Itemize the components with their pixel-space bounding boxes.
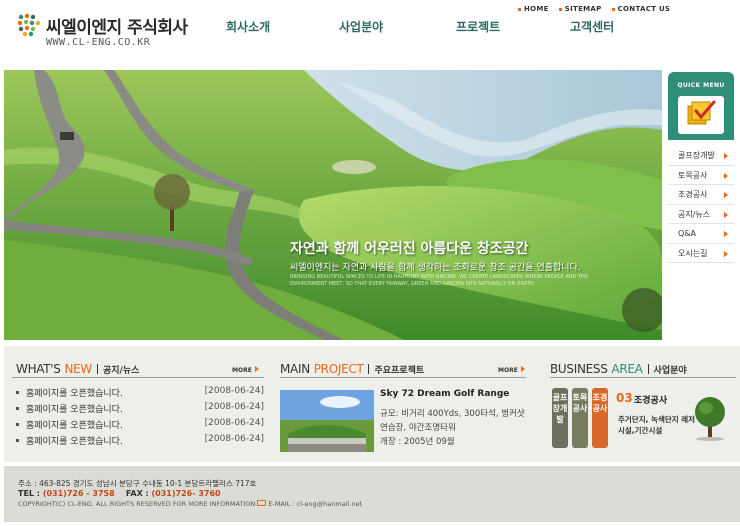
tree-icon [695,397,725,441]
main-nav: 회사소개 사업분야 프로젝트 고객센터 [0,0,740,40]
quick-menu-header: QUICK MENU [668,72,734,140]
hero-english-copy: BRINGING BEAUTIFUL SPACES TO LIFE IN HAR… [290,274,588,287]
hero-subtitle: 씨엘이엔지는 자연과 사람을 함께 생각하는 조화로운 창조 공간을 연출합니다… [290,263,581,273]
arrow-right-icon [724,250,728,257]
arrow-right-icon [724,211,728,218]
nav-support[interactable]: 고객센터 [570,18,614,35]
bullet-icon [16,391,19,394]
hero-title: 자연과 함께 어우러진 아름다운 창조공간 [290,241,529,257]
news-item[interactable]: 홈페이지를 오픈했습니다. [2008-06-24] [16,386,264,400]
project-name[interactable]: Sky 72 Dream Golf Range [380,389,509,399]
footer-contact: TEL : (031)726 - 3758 FAX : (031)726- 37… [18,489,221,498]
quick-item-civil[interactable]: 토목공사 [668,166,734,185]
business-number: 03 [616,391,633,405]
news-title: WHAT'S NEW 공지/뉴스 [16,362,140,376]
divider [12,377,264,378]
site-header: 씨엘이엔지 주식회사 WWW.CL-ENG.CO.KR HOME SITEMAP… [0,0,740,68]
quick-item-news[interactable]: 공지/뉴스 [668,205,734,224]
quick-item-directions[interactable]: 오시는길 [668,244,734,263]
business-tab-golf[interactable]: 골프장개발 [552,388,568,448]
content-band: WHAT'S NEW 공지/뉴스 MORE 홈페이지를 오픈했습니다. [2008… [4,346,740,462]
bullet-icon [16,423,19,426]
arrow-right-icon [724,172,728,179]
business-description: 주거단지, 녹색단지 레저시설,기간시설 [618,415,696,435]
project-title: MAIN PROJECT 주요프로젝트 [280,362,425,376]
project-description: 규모: 비거리 400Yds, 300타석, 벙커샷 연습장, 야간조명타워 개… [380,409,525,447]
divider [550,377,736,378]
quick-menu: QUICK MENU 골프장개발 토목공사 조경공사 공지/뉴스 Q&A 오시는… [668,72,734,272]
arrow-right-icon [724,153,728,159]
divider [280,377,526,378]
quick-item-golf[interactable]: 골프장개발 [668,146,734,166]
business-title: BUSINESS AREA 사업분야 [550,362,687,376]
project-more-link[interactable]: MORE [498,366,525,374]
news-more-link[interactable]: MORE [232,366,259,374]
arrow-right-icon [724,192,728,198]
footer-copyright: COPYRIGHT(C) CL-ENG. ALL RIGHTS RESERVED… [18,500,363,508]
quick-menu-list: 골프장개발 토목공사 조경공사 공지/뉴스 Q&A 오시는길 [668,146,734,263]
nav-company[interactable]: 회사소개 [226,18,270,35]
business-name: 조경공사 [634,396,668,406]
quick-item-landscape[interactable]: 조경공사 [668,185,734,205]
bullet-icon [16,407,19,410]
project-thumbnail[interactable] [280,390,374,452]
check-box-icon [678,96,724,134]
business-tab-landscape[interactable]: 조경공사 [592,388,608,448]
quick-menu-title: QUICK MENU [677,82,725,89]
quick-item-qna[interactable]: Q&A [668,224,734,244]
site-footer: 주소 : 463-825 경기도 성남시 분당구 수내동 10-1 분당트라팰리… [4,466,740,522]
golf-course-illustration [4,70,662,340]
footer-address: 주소 : 463-825 경기도 성남시 분당구 수내동 10-1 분당트라팰리… [18,479,257,488]
arrow-right-icon [724,231,728,237]
hero-banner: 자연과 함께 어우러진 아름다운 창조공간 씨엘이엔지는 자연과 사람을 함께 … [4,70,662,340]
nav-business[interactable]: 사업분야 [339,18,383,35]
news-item[interactable]: 홈페이지를 오픈했습니다. [2008-06-24] [16,434,264,448]
mail-icon [257,500,267,506]
business-tab-civil[interactable]: 토목공사 [572,388,588,448]
news-item[interactable]: 홈페이지를 오픈했습니다. [2008-06-24] [16,418,264,432]
footer-email[interactable]: E-MAIL : cl-eng@hanmail.net [268,500,362,508]
bullet-icon [16,439,19,442]
nav-project[interactable]: 프로젝트 [456,18,500,35]
news-item[interactable]: 홈페이지를 오픈했습니다. [2008-06-24] [16,402,264,416]
